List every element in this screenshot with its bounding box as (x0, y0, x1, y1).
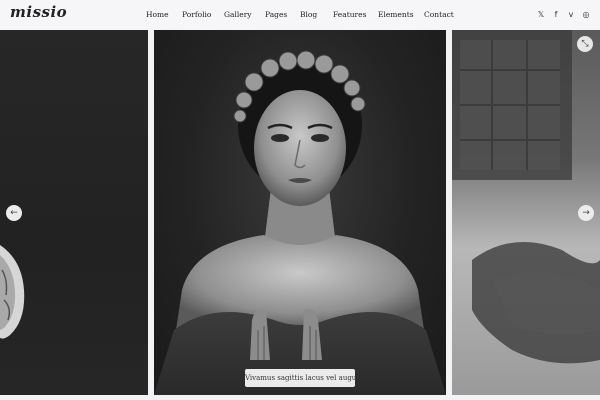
image-carousel: ← → ⤡ Vivamus sagittis lacus vel augue (0, 30, 600, 395)
slide-previous-photo (0, 245, 25, 339)
instagram-icon[interactable]: ◎ (581, 9, 591, 21)
nav-item-features[interactable]: Features (333, 10, 366, 19)
nav-item-elements[interactable]: Elements (378, 10, 414, 19)
nav-item-pages[interactable]: Pages (265, 10, 287, 19)
expand-icon[interactable]: ⤡ (577, 36, 593, 52)
nav-item-home[interactable]: Home (146, 10, 169, 19)
nav-item-portfolio[interactable]: Porfolio (182, 10, 211, 19)
previous-arrow-icon[interactable]: ← (6, 205, 22, 221)
twitter-icon[interactable]: 𝕏 (536, 9, 546, 21)
main-nav: Home Porfolio Gallery Pages Blog Feature… (0, 0, 600, 30)
facebook-icon[interactable]: f (551, 9, 561, 21)
nav-item-contact[interactable]: Contact (424, 10, 454, 19)
slide-previous[interactable] (0, 30, 148, 395)
nav-item-gallery[interactable]: Gallery (224, 10, 252, 19)
slide-current[interactable] (154, 30, 446, 395)
next-arrow-icon[interactable]: → (578, 205, 594, 221)
portrait-photo (154, 50, 446, 395)
site-header: missio Home Porfolio Gallery Pages Blog … (0, 0, 600, 30)
vimeo-icon[interactable]: v (566, 9, 576, 21)
nav-item-blog[interactable]: Blog (300, 10, 317, 19)
slide-caption: Vivamus sagittis lacus vel augue (245, 369, 360, 387)
